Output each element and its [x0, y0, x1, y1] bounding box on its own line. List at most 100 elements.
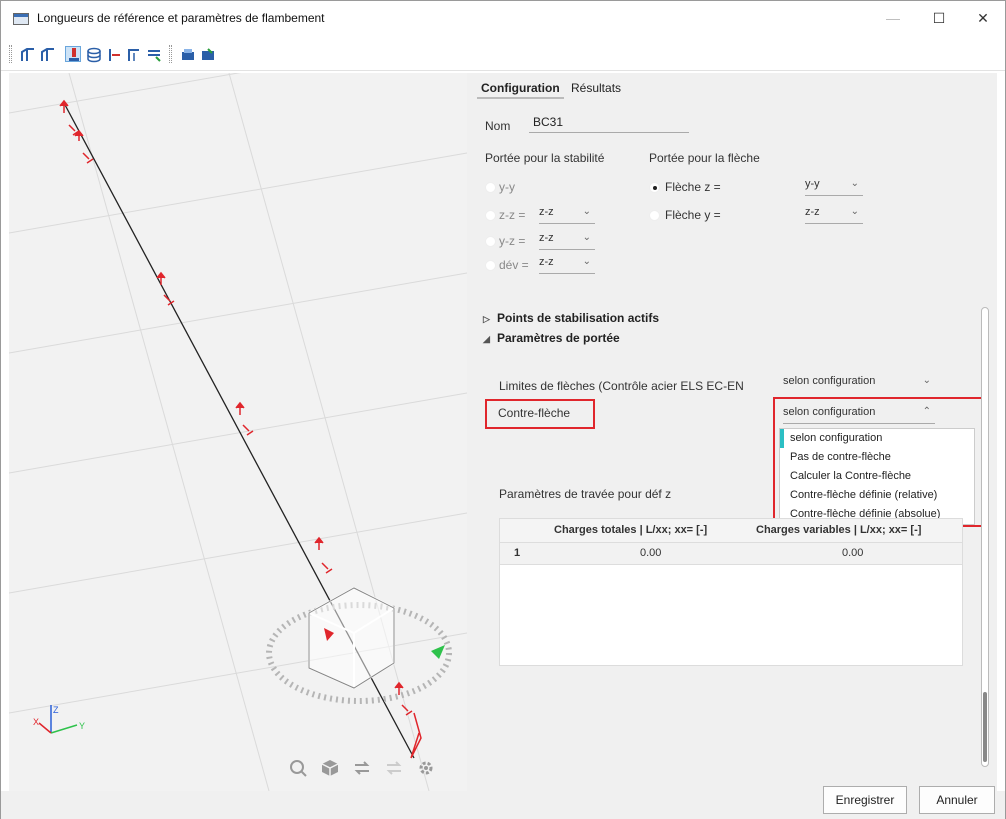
radio-yz[interactable]: [485, 236, 496, 247]
radio-zz[interactable]: [485, 210, 496, 221]
radio-zz-label: z-z =: [499, 208, 526, 222]
camber-combo[interactable]: selon configuration ⌃: [783, 406, 935, 424]
dev-combo-value: z-z: [539, 256, 554, 268]
cell-variable[interactable]: 0.00: [842, 547, 863, 559]
close-button[interactable]: ✕: [963, 7, 1003, 29]
tab-results[interactable]: Résultats: [567, 79, 625, 97]
limits-combo[interactable]: selon configuration ⌄: [783, 375, 935, 393]
tab-configuration[interactable]: Configuration: [477, 79, 564, 99]
collapse-icon: ◢: [483, 334, 490, 344]
radio-dev-label: dév =: [499, 258, 529, 272]
table-header: Charges totales | L/xx; xx= [-] Charges …: [500, 519, 962, 543]
axis-x-label: X: [33, 717, 39, 727]
row-index: 1: [514, 547, 521, 559]
axis-z-label: Z: [53, 705, 59, 715]
export-icon[interactable]: [199, 46, 215, 62]
save-button[interactable]: Enregistrer: [823, 786, 907, 814]
chevron-down-icon: ⌄: [850, 206, 859, 217]
window-title: Longueurs de référence et paramètres de …: [37, 11, 325, 25]
print-icon[interactable]: [179, 46, 195, 62]
chevron-down-icon: ⌄: [582, 256, 591, 267]
chevron-down-icon: ⌄: [850, 178, 859, 189]
camber-option[interactable]: Contre-flèche définie (relative): [780, 486, 974, 505]
bracing-icon[interactable]: [125, 46, 141, 62]
fleche-y-combo-value: z-z: [805, 206, 820, 218]
camber-combo-value: selon configuration: [783, 406, 876, 418]
pan-icon[interactable]: [383, 757, 405, 779]
rotate-icon[interactable]: [351, 757, 373, 779]
section-active-points[interactable]: ▷ Points de stabilisation actifs: [483, 311, 659, 325]
app-icon: [13, 13, 29, 25]
radio-yz-label: y-z =: [499, 234, 526, 248]
end-support: [410, 712, 422, 759]
limits-label: Limites de flèches (Contrôle acier ELS E…: [499, 379, 744, 393]
maximize-button[interactable]: ☐: [919, 7, 959, 29]
section-active-points-label: Points de stabilisation actifs: [497, 311, 660, 325]
title-bar: Longueurs de référence et paramètres de …: [1, 1, 1005, 35]
camber-label: Contre-flèche: [498, 406, 571, 420]
chevron-down-icon: ⌄: [922, 375, 931, 386]
supports-icon[interactable]: [65, 46, 81, 62]
chevron-down-icon: ⌄: [582, 206, 591, 217]
span-params-table: Charges totales | L/xx; xx= [-] Charges …: [499, 518, 963, 666]
navigation-cube[interactable]: [266, 586, 452, 704]
limits-combo-value: selon configuration: [783, 375, 876, 387]
cancel-button[interactable]: Annuler: [919, 786, 995, 814]
expand-icon: ▷: [483, 314, 490, 324]
name-label: Nom: [485, 119, 511, 133]
buckling-icon[interactable]: [105, 46, 121, 62]
camber-option[interactable]: Pas de contre-flèche: [780, 448, 974, 467]
section-span-params-label: Paramètres de portée: [497, 331, 620, 345]
zz-combo[interactable]: z-z ⌄: [539, 206, 595, 224]
camber-option[interactable]: Calculer la Contre-flèche: [780, 467, 974, 486]
name-input[interactable]: BC31: [529, 115, 689, 133]
yz-combo-value: z-z: [539, 232, 554, 244]
fleche-z-combo[interactable]: y-y ⌄: [805, 178, 863, 196]
zz-combo-value: z-z: [539, 206, 554, 218]
panel-scrollbar[interactable]: [981, 307, 989, 767]
camber-option[interactable]: selon configuration: [780, 429, 974, 448]
deflection-header: Portée pour la flèche: [649, 151, 760, 165]
radio-yy-label: y-y: [499, 180, 515, 194]
dialog-window: Longueurs de référence et paramètres de …: [0, 0, 1006, 819]
fleche-z-combo-value: y-y: [805, 178, 820, 190]
cell-total[interactable]: 0.00: [640, 547, 661, 559]
radio-dev[interactable]: [485, 260, 496, 271]
axis-triad: Z Y X: [33, 705, 85, 734]
minimize-button[interactable]: —: [873, 7, 913, 29]
scrollbar-thumb[interactable]: [983, 692, 987, 762]
view-cube-icon[interactable]: [319, 757, 341, 779]
span-table-title: Paramètres de travée pour déf z: [499, 487, 672, 501]
member-view-icon[interactable]: [19, 46, 35, 62]
column-header: Charges variables | L/xx; xx= [-]: [756, 524, 922, 536]
yz-combo[interactable]: z-z ⌄: [539, 232, 595, 250]
radio-fleche-y[interactable]: [649, 210, 660, 221]
tab-bar: Configuration Résultats: [477, 79, 625, 99]
settings-gear-icon[interactable]: [415, 757, 437, 779]
column-header: Charges totales | L/xx; xx= [-]: [554, 524, 708, 536]
radio-fleche-y-label: Flèche y =: [665, 208, 721, 222]
radio-fleche-z-label: Flèche z =: [665, 180, 721, 194]
restraint-icon[interactable]: [145, 46, 161, 62]
camber-options-list: selon configuration Pas de contre-flèche…: [779, 428, 975, 525]
member-view-alt-icon[interactable]: [39, 46, 55, 62]
radio-fleche-z[interactable]: [649, 182, 660, 193]
view-tools: [287, 757, 437, 779]
fleche-y-combo[interactable]: z-z ⌄: [805, 206, 863, 224]
zoom-icon[interactable]: [287, 757, 309, 779]
table-row[interactable]: 1 0.00 0.00: [500, 543, 962, 565]
model-canvas: Z Y X: [9, 73, 467, 791]
stability-header: Portée pour la stabilité: [485, 151, 605, 165]
chevron-down-icon: ⌄: [582, 232, 591, 243]
3d-viewport[interactable]: Z Y X: [9, 73, 467, 791]
toolbar-grip: [9, 45, 12, 63]
toolbar-grip: [169, 45, 172, 63]
toolbar: [1, 35, 1005, 71]
dev-combo[interactable]: z-z ⌄: [539, 256, 595, 274]
axis-y-label: Y: [79, 721, 85, 731]
radio-yy[interactable]: [485, 182, 496, 193]
section-span-params[interactable]: ◢ Paramètres de portée: [483, 331, 620, 345]
chevron-up-icon: ⌃: [922, 406, 931, 417]
properties-panel: Configuration Résultats Nom BC31 Portée …: [467, 73, 997, 791]
database-icon[interactable]: [85, 46, 101, 63]
